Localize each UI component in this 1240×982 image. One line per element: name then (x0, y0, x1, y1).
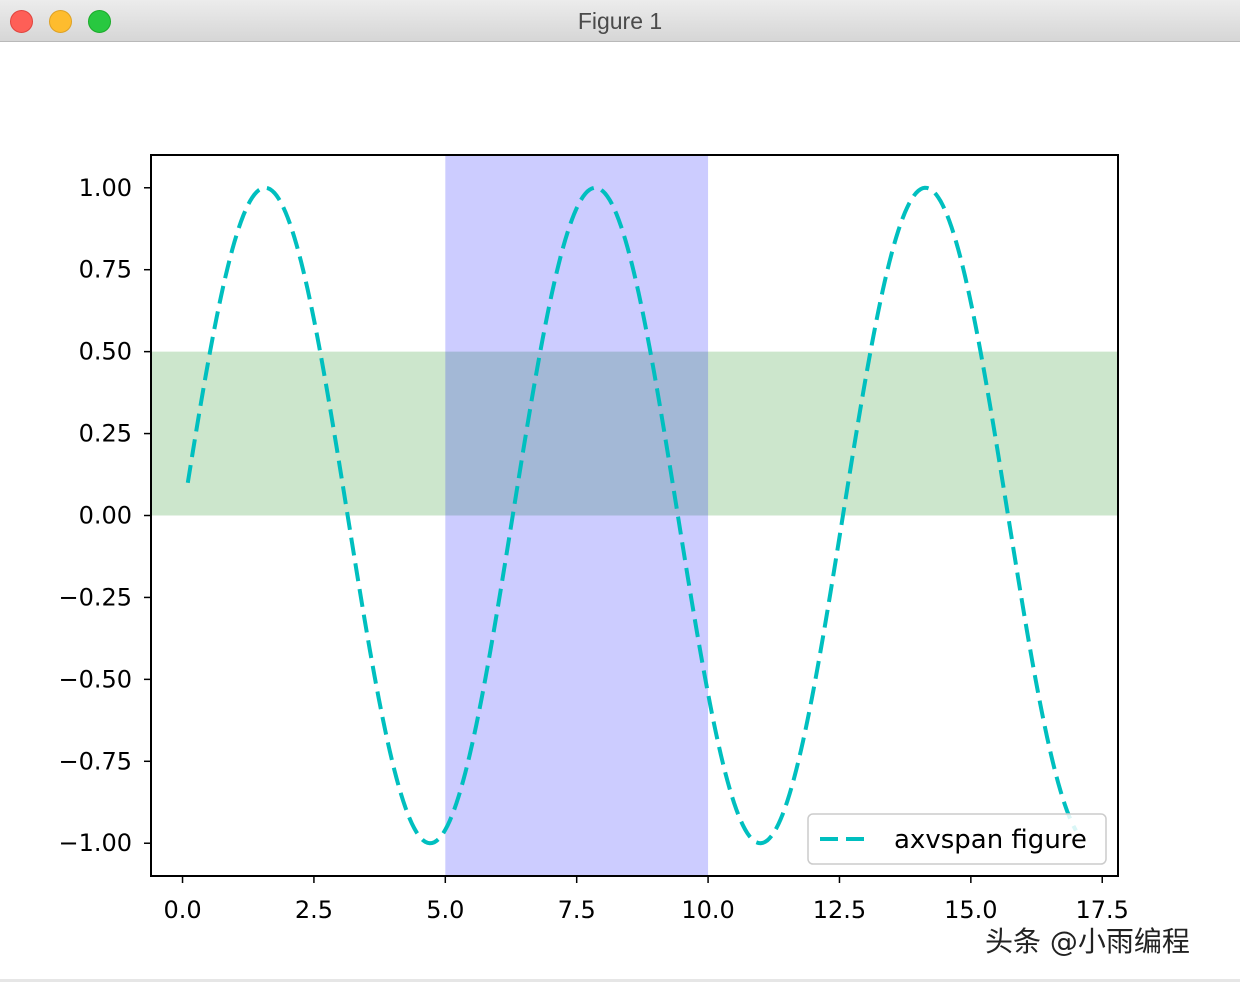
x-tick-label: 5.0 (426, 896, 464, 924)
x-tick-label: 10.0 (681, 896, 734, 924)
vertical-span (445, 155, 709, 876)
y-tick-label: 0.75 (79, 256, 132, 284)
y-tick-label: −0.50 (58, 665, 132, 693)
y-tick-label: 0.50 (79, 338, 132, 366)
legend-label: axvspan figure (894, 825, 1087, 855)
x-tick-label: 7.5 (558, 896, 596, 924)
chart: 0.0 2.5 5.0 7.5 10.0 12.5 15.0 17.51.000.750.50… (58, 154, 1129, 924)
y-tick-label: −0.75 (58, 747, 132, 775)
y-tick-label: 1.00 (79, 174, 132, 202)
watermark: 头条 @小雨编程 (985, 925, 1190, 958)
y-tick-label: −1.00 (58, 829, 132, 857)
figure-window: Figure 1 0.0 2.5 5.0 7.5 10.0 12.5 15.0 17.5 1.0… (0, 0, 1240, 982)
title-bar: Figure 1 (0, 0, 1240, 42)
y-tick-label: 0.25 (79, 420, 132, 448)
y-tick-label: 0.00 (79, 502, 132, 530)
window-title: Figure 1 (577, 8, 663, 34)
figure-canvas: 0.0 2.5 5.0 7.5 10.0 12.5 15.0 17.5 1.00 0.75 0.50… (0, 42, 1240, 980)
x-tick-label: 2.5 (295, 896, 333, 924)
x-tick-label: 12.5 (813, 896, 866, 924)
x-tick-label: 0.0 (163, 896, 201, 924)
y-tick-label: −0.25 (58, 583, 132, 611)
